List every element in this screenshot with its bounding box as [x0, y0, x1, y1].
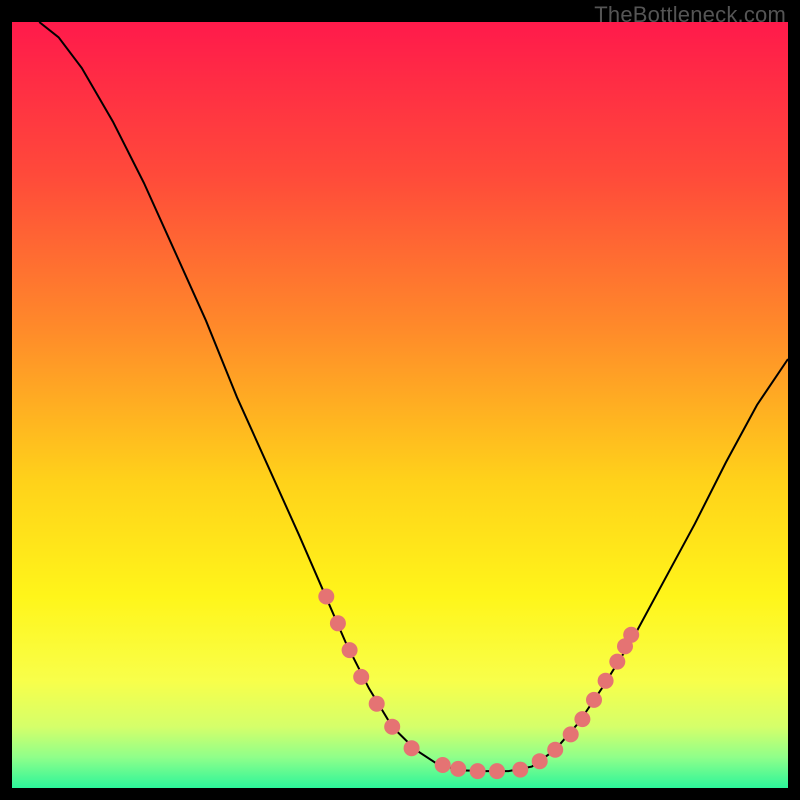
marker-dot	[404, 740, 420, 756]
marker-dot	[547, 742, 563, 758]
chart-svg	[12, 22, 788, 788]
marker-dot	[574, 711, 590, 727]
marker-dot	[598, 673, 614, 689]
chart-frame	[12, 22, 788, 788]
marker-dot	[450, 761, 466, 777]
marker-dot	[586, 692, 602, 708]
marker-dot	[330, 615, 346, 631]
marker-dot	[369, 696, 385, 712]
marker-dot	[532, 753, 548, 769]
marker-dot	[353, 669, 369, 685]
marker-dot	[623, 627, 639, 643]
marker-dot	[435, 757, 451, 773]
marker-dot	[470, 763, 486, 779]
marker-dot	[489, 763, 505, 779]
marker-dot	[609, 654, 625, 670]
marker-dot	[384, 719, 400, 735]
chart-background	[12, 22, 788, 788]
marker-dot	[563, 726, 579, 742]
marker-dot	[342, 642, 358, 658]
marker-dot	[512, 762, 528, 778]
marker-dot	[318, 589, 334, 605]
